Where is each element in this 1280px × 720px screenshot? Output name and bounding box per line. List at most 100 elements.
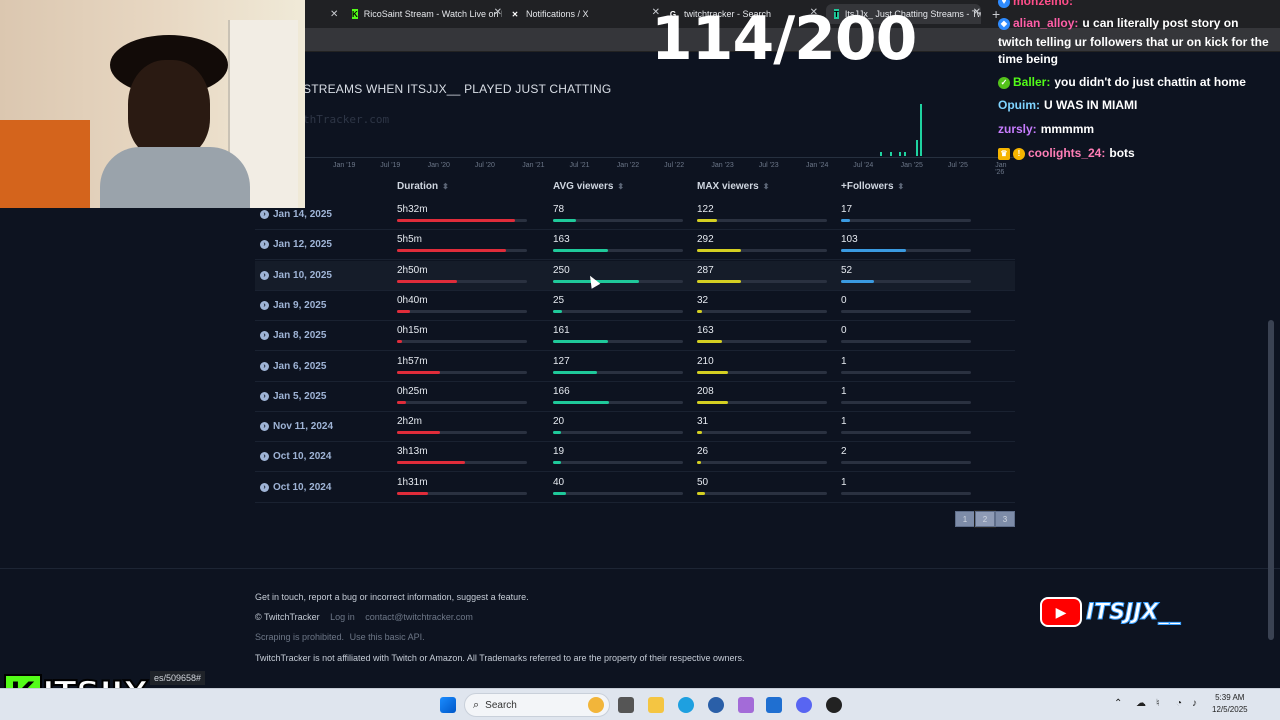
page-2-button[interactable]: 2 [974, 510, 996, 528]
youtube-play-icon: ▶ [1040, 597, 1082, 627]
chevron-right-icon: › [260, 422, 269, 432]
progress-track [697, 491, 827, 495]
volume-icon[interactable]: ♪ [1192, 698, 1197, 709]
x-tick-label: Jan '19 [333, 162, 356, 169]
chrome-icon[interactable] [826, 697, 842, 713]
x-tick-label: Jan '23 [711, 162, 734, 169]
chevron-right-icon: › [260, 331, 269, 341]
widget-icon[interactable] [588, 697, 604, 713]
page-3-button[interactable]: 3 [995, 511, 1015, 527]
system-clock[interactable]: 5:39 AM 12/5/2025 [1212, 692, 1248, 716]
cell-max: 163 [697, 325, 827, 344]
scrollbar[interactable] [1268, 320, 1274, 640]
chart-bar[interactable] [904, 152, 906, 156]
chart-bar[interactable] [890, 152, 892, 156]
header-duration[interactable]: Duration ⬍ [397, 181, 449, 192]
chart-bar[interactable] [916, 140, 918, 156]
table-row[interactable]: › Jan 6, 2025 1h57m 127 210 1 [255, 352, 1015, 382]
table-row[interactable]: › Jan 5, 2025 0h25m 166 208 1 [255, 382, 1015, 412]
progress-fill [553, 461, 561, 465]
footer-links: © TwitchTracker Log in contact@twitchtra… [255, 612, 473, 622]
progress-fill [397, 491, 429, 495]
header-label: MAX viewers [697, 181, 759, 192]
contact-email-link[interactable]: contact@twitchtracker.com [365, 612, 473, 622]
table-row[interactable]: › Nov 11, 2024 2h2m 20 31 1 [255, 412, 1015, 443]
wifi-icon[interactable]: ◔ [1176, 698, 1182, 709]
stream-date-link[interactable]: › Jan 12, 2025 [260, 239, 332, 250]
file-explorer-icon[interactable] [648, 697, 664, 713]
chat-message: zursly: mmmmm [998, 122, 1094, 136]
chart-bar[interactable] [880, 152, 882, 156]
progress-track [397, 279, 527, 283]
stream-date-link[interactable]: › Jan 6, 2025 [260, 361, 326, 372]
cell-followers: 103 [841, 234, 971, 253]
x-tick-label: Jan '20 [427, 162, 450, 169]
cell-followers: 1 [841, 477, 971, 495]
progress-fill [553, 219, 577, 222]
stream-date: Jan 6, 2025 [273, 360, 327, 372]
cell-value: 19 [553, 446, 565, 458]
table-row[interactable]: › Jan 9, 2025 0h40m 25 32 0 [255, 291, 1015, 321]
search-label: Search [485, 699, 517, 711]
cell-duration: 2h50m [397, 265, 527, 283]
cell-duration: 1h31m [397, 477, 527, 495]
microphone-icon[interactable]: ♮ [1156, 698, 1160, 709]
login-link[interactable]: Log in [330, 612, 355, 622]
stream-date-link[interactable]: › Jan 10, 2025 [260, 270, 332, 281]
table-row[interactable]: › Jan 10, 2025 2h50m 250 287 52 [255, 260, 1015, 291]
x-tick-label: Jul '25 [947, 162, 968, 169]
close-icon[interactable]: ✕ [494, 7, 502, 18]
chevron-up-icon[interactable]: ⌃ [1114, 698, 1122, 709]
x-tick-label: Jan '26 [995, 162, 1007, 176]
chat-text: you didn't do just chattin at home [1054, 75, 1246, 89]
app-icon[interactable] [738, 697, 754, 713]
header-followers[interactable]: +Followers ⬍ [841, 181, 904, 192]
table-row[interactable]: › Jan 14, 2025 5h32m 78 122 17 [255, 200, 1015, 230]
progress-fill [841, 279, 874, 283]
table-row[interactable]: › Jan 8, 2025 0h15m 161 163 0 [255, 321, 1015, 352]
stream-date-link[interactable]: › Oct 10, 2024 [260, 482, 331, 493]
table-row[interactable]: › Oct 10, 2024 3h13m 19 26 2 [255, 442, 1015, 473]
edge-icon[interactable] [678, 697, 694, 713]
cell-value: 0 [841, 325, 847, 337]
tab-close-icon[interactable]: ✕ [330, 4, 342, 24]
stream-date-link[interactable]: › Jan 14, 2025 [260, 209, 332, 220]
header-avg-viewers[interactable]: AVG viewers ⬍ [553, 181, 624, 192]
progress-fill [397, 219, 516, 222]
chat-user: monzeino: [1013, 0, 1073, 8]
tab-ricosaint[interactable]: K RicoSaint Stream - Watch Live on K ✕ [352, 4, 502, 24]
stream-date-link[interactable]: › Nov 11, 2024 [260, 421, 333, 432]
obs-icon[interactable] [708, 697, 724, 713]
close-icon[interactable]: ✕ [973, 7, 981, 18]
progress-track [397, 370, 527, 374]
page-1-button[interactable]: 1 [955, 511, 975, 527]
chart-bar[interactable] [899, 152, 901, 156]
table-row[interactable]: › Oct 10, 2024 1h31m 40 50 1 [255, 473, 1015, 503]
chat-message: ♛! coolights_24: bots [998, 146, 1135, 160]
stream-date-link[interactable]: › Oct 10, 2024 [260, 451, 331, 462]
progress-track [397, 431, 527, 435]
api-link[interactable]: Use this basic API. [350, 632, 425, 642]
tab-notifications[interactable]: ✕ Notifications / X ✕ [510, 4, 660, 24]
cell-value: 17 [841, 204, 853, 215]
header-max-viewers[interactable]: MAX viewers ⬍ [697, 181, 769, 192]
chat-text: bots [1109, 146, 1135, 160]
store-icon[interactable] [766, 697, 782, 713]
progress-track [397, 400, 527, 404]
task-view-icon[interactable] [618, 697, 634, 713]
stream-date-link[interactable]: › Jan 8, 2025 [260, 330, 326, 341]
progress-track [397, 249, 527, 253]
stream-date-link[interactable]: › Jan 5, 2025 [260, 391, 326, 402]
windows-start-icon[interactable] [440, 697, 456, 713]
webcam-shelf [0, 120, 90, 208]
cell-value: 2 [841, 446, 847, 458]
progress-track [397, 491, 527, 495]
network-icon[interactable]: ☁ [1136, 698, 1146, 709]
progress-fill [397, 249, 507, 253]
table-row[interactable]: › Jan 12, 2025 5h5m 163 292 103 [255, 230, 1015, 261]
progress-fill [697, 340, 722, 344]
stream-date: Jan 10, 2025 [273, 269, 332, 281]
stream-date-link[interactable]: › Jan 9, 2025 [260, 300, 326, 311]
discord-icon[interactable] [796, 697, 812, 713]
chart-bar[interactable] [920, 104, 922, 156]
